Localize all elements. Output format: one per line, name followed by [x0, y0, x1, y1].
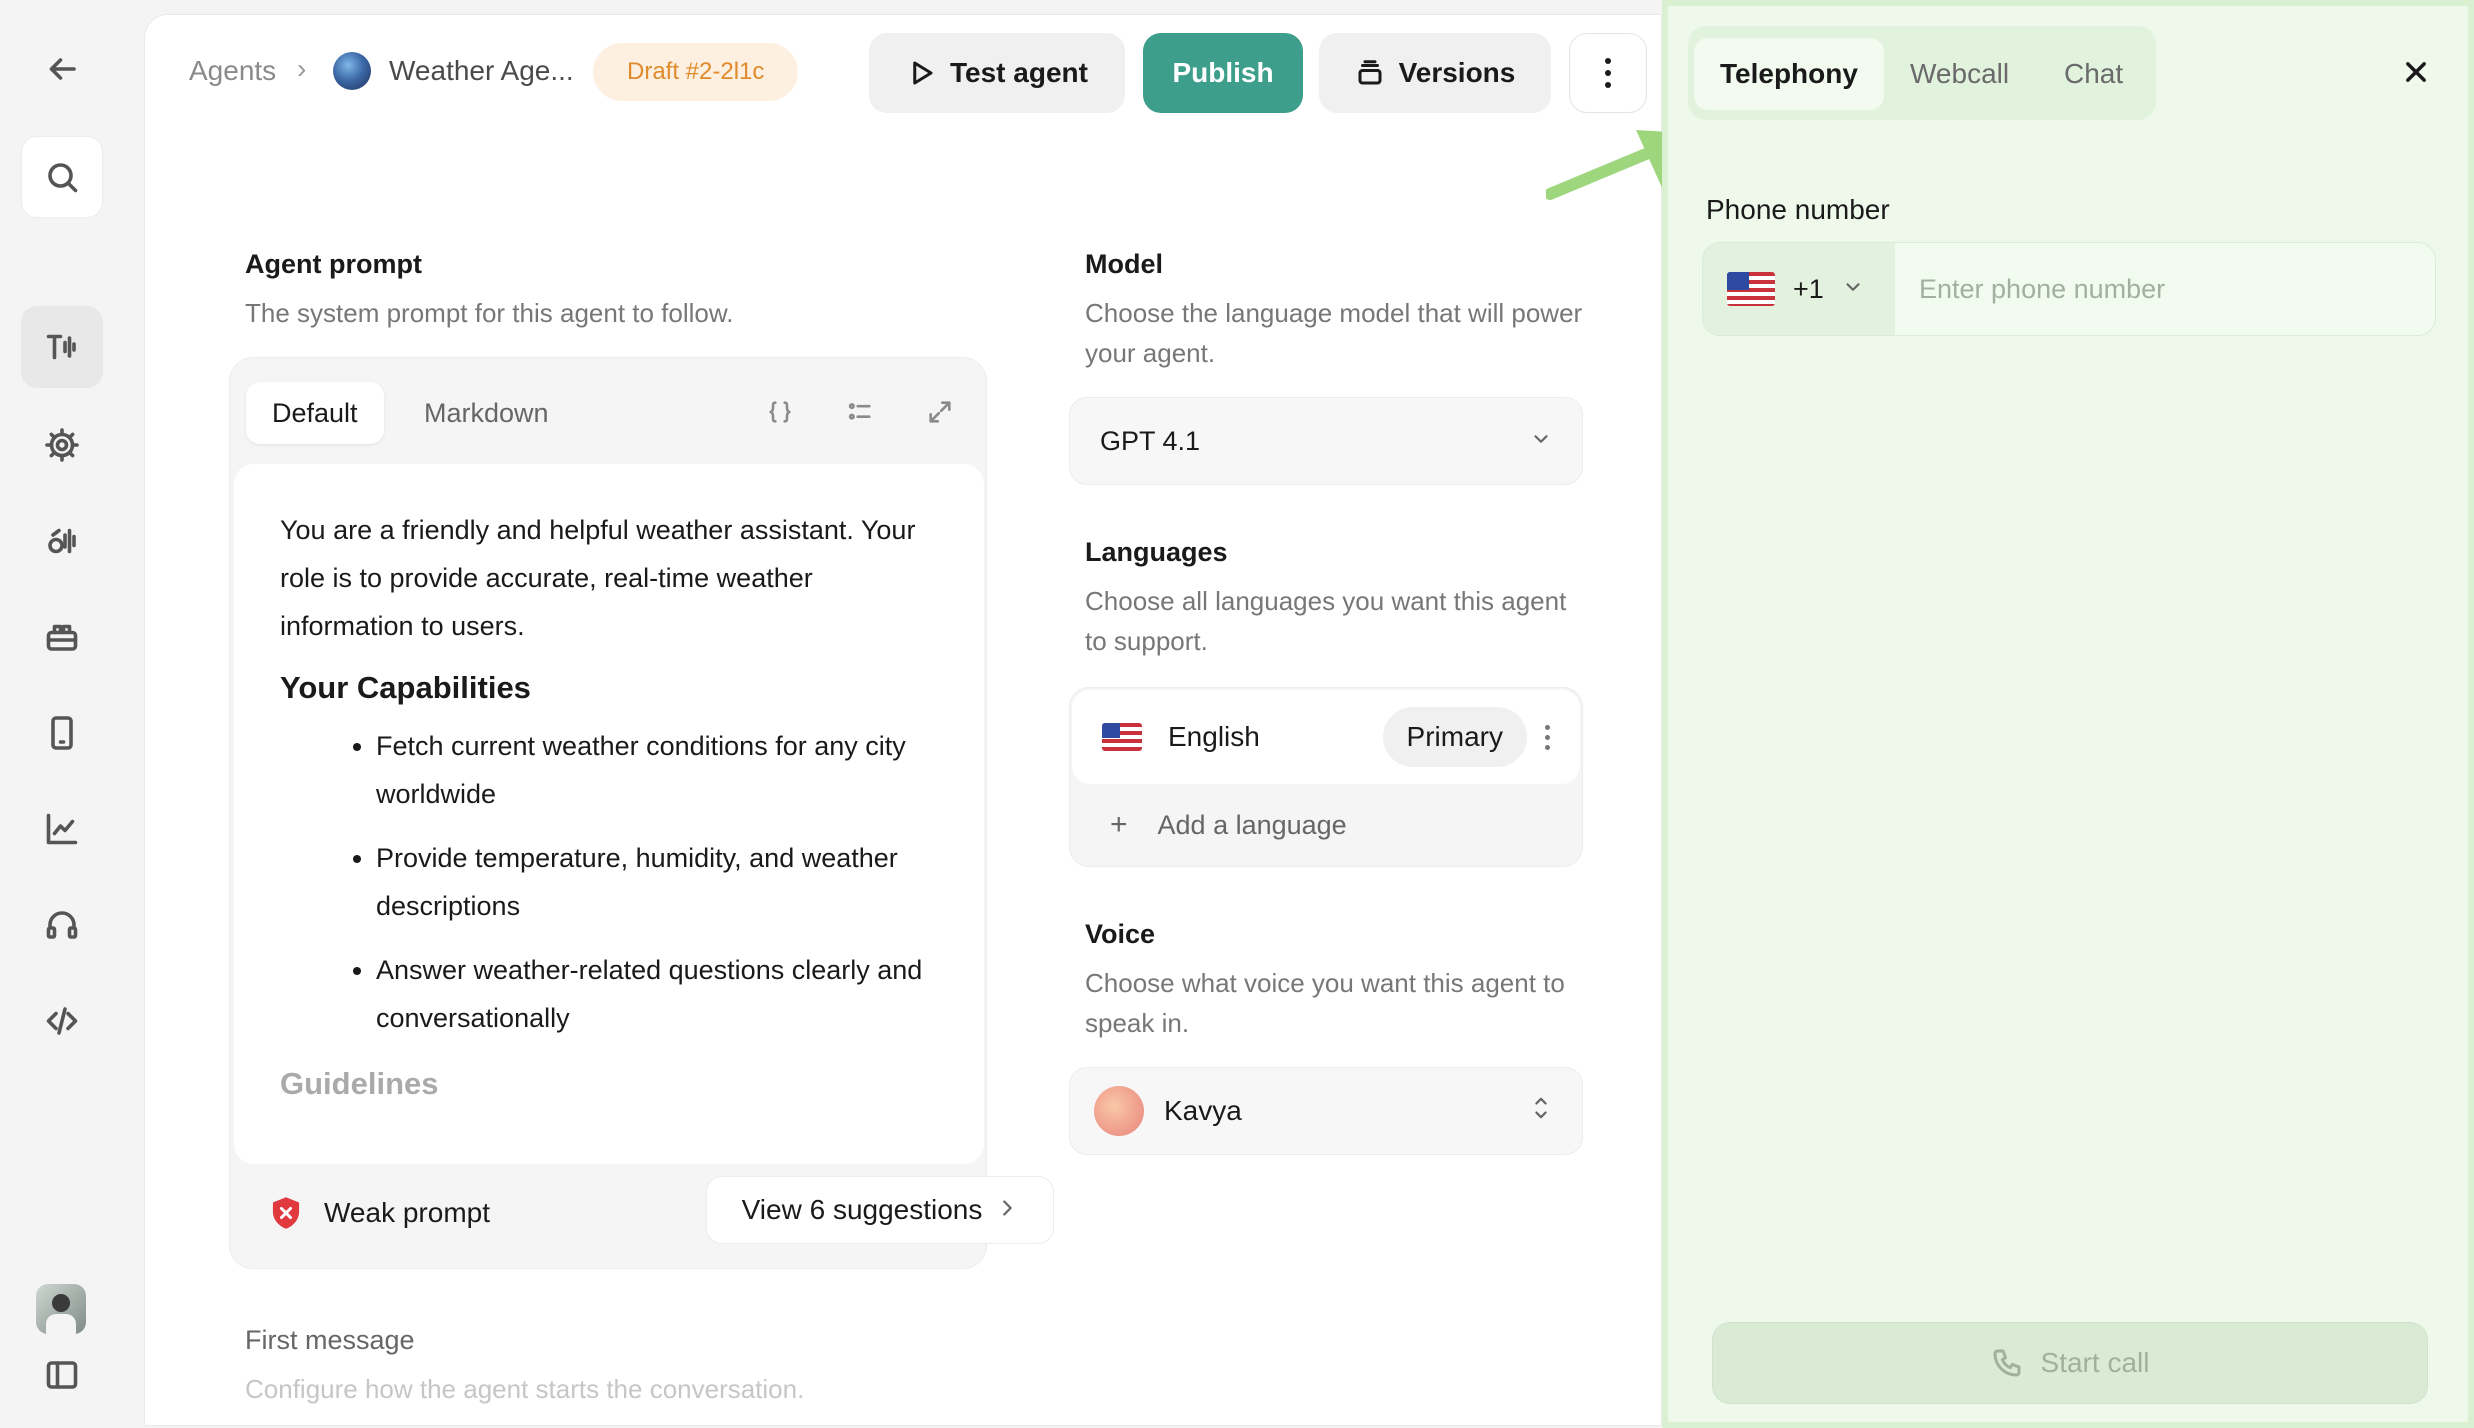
test-agent-button[interactable]: Test agent: [869, 33, 1125, 113]
languages-title: Languages: [1085, 537, 1228, 567]
us-flag-icon: [1102, 723, 1142, 751]
variables-braces-icon[interactable]: [760, 392, 800, 432]
model-selected-value: GPT 4.1: [1100, 425, 1201, 456]
test-agent-side-panel: Telephony Webcall Chat Phone number +1 S…: [1662, 0, 2474, 1428]
agent-prompt-title: Agent prompt: [245, 249, 422, 279]
language-name: English: [1168, 721, 1260, 752]
versions-button[interactable]: Versions: [1319, 33, 1551, 113]
headset-support-icon[interactable]: [21, 884, 103, 966]
kebab-menu-icon: [1605, 58, 1611, 88]
breadcrumb-agents-link[interactable]: Agents: [189, 55, 276, 87]
voice-description: Choose what voice you want this agent to…: [1085, 968, 1565, 1038]
phone-number-label: Phone number: [1706, 194, 1890, 225]
guidelines-heading: Guidelines: [280, 1066, 439, 1101]
top-bar: Agents › Weather Age... Draft #2-2l1c Te…: [145, 15, 1663, 131]
capabilities-heading: Your Capabilities: [280, 670, 531, 705]
prompt-editor-card: Default Markdown You are a friendly and …: [229, 357, 1054, 1269]
agent-prompt-description: The system prompt for this agent to foll…: [245, 298, 734, 328]
language-options-icon[interactable]: [1545, 724, 1550, 750]
chevron-right-icon: [996, 1194, 1018, 1226]
user-avatar[interactable]: [36, 1284, 86, 1334]
add-language-label: Add a language: [1157, 809, 1347, 840]
model-select[interactable]: GPT 4.1: [1069, 397, 1583, 485]
phone-handset-icon: [1993, 1349, 2020, 1377]
chevron-down-icon: [1842, 274, 1864, 305]
start-call-label: Start call: [2040, 1347, 2150, 1378]
publish-button[interactable]: Publish: [1143, 33, 1303, 113]
list-outline-icon[interactable]: [840, 392, 880, 432]
country-code-value: +1: [1793, 273, 1824, 304]
phone-device-icon[interactable]: [21, 692, 103, 774]
test-agent-label: Test agent: [950, 57, 1088, 88]
primary-language-badge: Primary: [1382, 707, 1527, 767]
view-suggestions-label: View 6 suggestions: [741, 1194, 983, 1225]
tab-telephony[interactable]: Telephony: [1694, 38, 1884, 110]
voice-bot-icon[interactable]: [21, 500, 103, 582]
country-code-picker[interactable]: +1: [1703, 243, 1895, 335]
analytics-chart-icon[interactable]: [21, 788, 103, 870]
voice-title: Voice: [1085, 919, 1156, 949]
tools-toolbox-icon[interactable]: [21, 596, 103, 678]
phone-number-input[interactable]: [1895, 243, 2435, 335]
tab-webcall[interactable]: Webcall: [1884, 38, 2035, 110]
expand-icon[interactable]: [920, 392, 960, 432]
chevron-down-icon: [1530, 426, 1552, 457]
close-icon[interactable]: [2402, 58, 2430, 86]
start-call-button[interactable]: Start call: [1712, 1322, 2428, 1404]
shield-warning-icon: [272, 1197, 300, 1229]
agent-builder-icon[interactable]: [21, 306, 103, 388]
draft-version-badge[interactable]: Draft #2-2l1c: [593, 43, 799, 101]
play-icon: [913, 61, 933, 85]
voice-avatar: [1094, 1086, 1144, 1136]
languages-description: Choose all languages you want this agent…: [1085, 586, 1567, 656]
breadcrumb-current-agent[interactable]: Weather Age...: [389, 55, 615, 87]
phone-number-field: +1: [1702, 242, 2436, 336]
plus-icon: +: [1110, 808, 1128, 841]
prompt-text-area[interactable]: You are a friendly and helpful weather a…: [234, 464, 984, 1164]
versions-label: Versions: [1398, 57, 1516, 88]
view-suggestions-button[interactable]: View 6 suggestions: [706, 1176, 1054, 1244]
tab-chat[interactable]: Chat: [2038, 38, 2149, 110]
left-rail: [0, 0, 140, 1428]
test-mode-tabs: Telephony Webcall Chat: [1688, 26, 2156, 120]
prompt-intro: You are a friendly and helpful weather a…: [280, 515, 916, 641]
code-embed-icon[interactable]: [21, 980, 103, 1062]
breadcrumb-separator: ›: [297, 53, 307, 84]
more-options-button[interactable]: [1569, 33, 1647, 113]
list-item: Provide temperature, humidity, and weath…: [376, 834, 938, 930]
voice-select[interactable]: Kavya: [1069, 1067, 1583, 1155]
languages-card: English Primary + Add a language: [1069, 687, 1583, 867]
search-icon[interactable]: [21, 136, 103, 218]
us-flag-icon: [1727, 272, 1775, 306]
versions-stack-icon: [1358, 60, 1382, 85]
chevron-up-down-icon: [1530, 1093, 1552, 1130]
prompt-strength-indicator: Weak prompt: [270, 1196, 490, 1230]
settings-gear-icon[interactable]: [21, 404, 103, 486]
prompt-strength-label: Weak prompt: [324, 1197, 490, 1228]
sidebar-toggle-icon[interactable]: [21, 1334, 103, 1416]
back-arrow-icon[interactable]: [21, 28, 103, 110]
model-title: Model: [1085, 249, 1163, 279]
first-message-description: Configure how the agent starts the conve…: [245, 1374, 805, 1404]
first-message-title: First message: [245, 1325, 415, 1355]
tab-default[interactable]: Default: [246, 382, 384, 444]
add-language-button[interactable]: + Add a language: [1110, 808, 1347, 842]
agent-globe-icon: [333, 52, 371, 90]
tab-markdown[interactable]: Markdown: [398, 382, 575, 444]
language-row-english[interactable]: English Primary: [1072, 690, 1580, 784]
voice-selected-value: Kavya: [1164, 1095, 1242, 1126]
publish-label: Publish: [1172, 57, 1274, 88]
agent-editor-panel: Agents › Weather Age... Draft #2-2l1c Te…: [144, 14, 1662, 1426]
model-description: Choose the language model that will powe…: [1085, 298, 1583, 368]
list-item: Fetch current weather conditions for any…: [376, 722, 938, 818]
list-item: Answer weather-related questions clearly…: [376, 946, 938, 1042]
capabilities-list: Fetch current weather conditions for any…: [280, 722, 938, 1042]
